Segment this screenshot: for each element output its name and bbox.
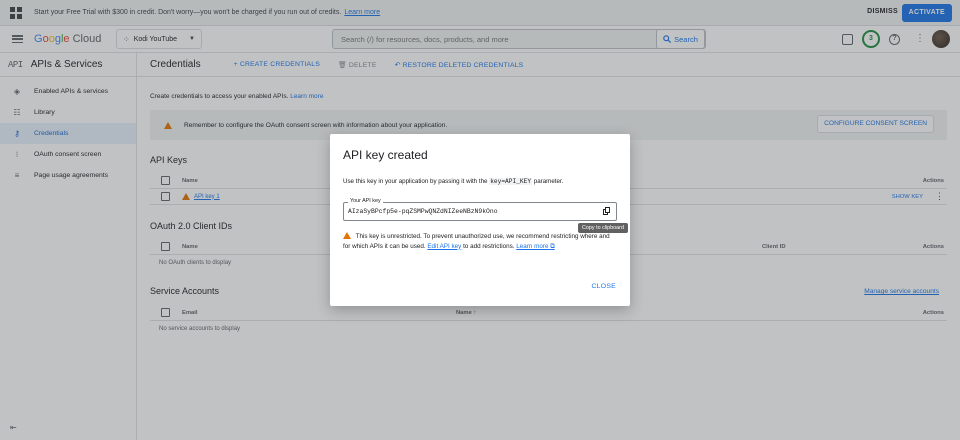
unrestricted-warning: This key is unrestricted. To prevent una… [343,231,615,251]
warning-suffix: to add restrictions. [463,242,515,250]
api-key-label: Your API key [348,198,383,204]
api-key-value[interactable]: AIzaSyBPcfp5e-pqZSMPwQNZdNIZeeNBzN9kOno [348,208,498,215]
external-link-icon: ⧉ [550,242,555,250]
dialog-text-before: Use this key in your application by pass… [343,178,488,185]
api-key-created-dialog: API key created Use this key in your app… [330,134,630,306]
close-button[interactable]: CLOSE [591,283,616,290]
edit-api-key-link[interactable]: Edit API key [427,243,461,250]
dialog-learn-more-link[interactable]: Learn more ⧉ [516,243,554,250]
param-code: key=API_KEY [489,178,533,185]
dialog-title: API key created [343,148,428,162]
api-key-field[interactable]: Your API key AIzaSyBPcfp5e-pqZSMPwQNZdNI… [343,198,617,221]
copy-icon[interactable] [603,207,611,216]
warning-icon [343,232,351,239]
dialog-text-after: parameter. [533,178,564,185]
dialog-description: Use this key in your application by pass… [343,178,563,185]
